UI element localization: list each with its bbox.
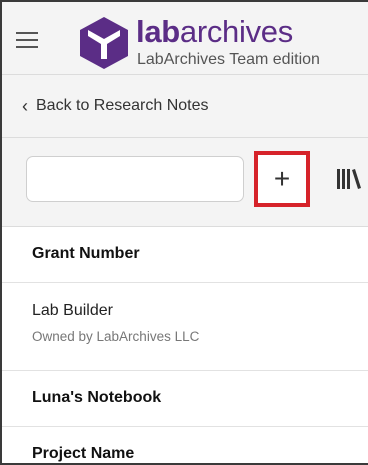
notebook-item[interactable]: Lab Builder Owned by LabArchives LLC — [2, 283, 368, 371]
labarchives-logo-icon — [80, 17, 128, 69]
back-to-research-notes-link[interactable]: ‹ Back to Research Notes — [22, 96, 209, 116]
notebook-list: Grant Number Lab Builder Owned by LabArc… — [2, 227, 368, 463]
app-frame: labarchives LabArchives Team edition ‹ B… — [0, 0, 368, 465]
add-notebook-button[interactable]: + — [254, 151, 310, 207]
notebook-owner: Owned by LabArchives LLC — [32, 329, 200, 344]
chevron-left-icon: ‹ — [22, 96, 28, 116]
notebook-title: Grant Number — [32, 245, 140, 262]
top-header: labarchives LabArchives Team edition — [2, 2, 368, 75]
notebook-title: Luna's Notebook — [32, 389, 162, 406]
edition-label: LabArchives Team edition — [137, 51, 320, 68]
back-link-label: Back to Research Notes — [36, 97, 209, 114]
plus-icon: + — [273, 163, 291, 194]
notebook-title: Lab Builder — [32, 302, 113, 319]
notebook-item[interactable]: Grant Number — [2, 227, 368, 283]
hamburger-menu-icon[interactable] — [16, 32, 38, 49]
brand-name: labarchives — [136, 14, 293, 49]
notebook-title: Project Name — [32, 445, 135, 462]
notebook-item[interactable]: Luna's Notebook — [2, 371, 368, 427]
notebook-item[interactable]: Project Name — [2, 427, 368, 463]
search-input[interactable] — [26, 156, 244, 202]
search-toolbar: + — [2, 138, 368, 227]
back-bar: ‹ Back to Research Notes — [2, 75, 368, 138]
library-books-icon[interactable] — [336, 168, 362, 190]
